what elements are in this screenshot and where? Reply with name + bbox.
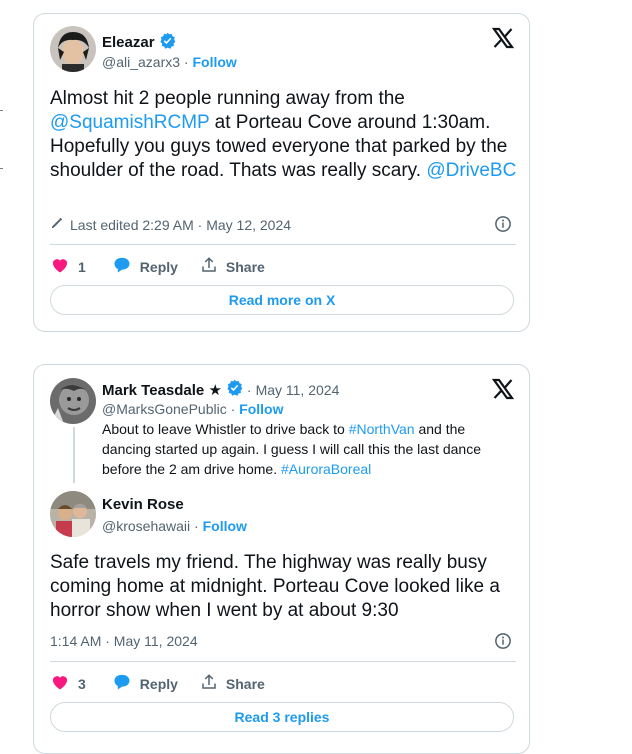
info-icon[interactable] <box>494 632 512 650</box>
separator: · <box>246 381 252 398</box>
reply-label: Reply <box>139 675 178 692</box>
like-count: 1 <box>78 258 86 275</box>
mention-link[interactable]: @SquamishRCMP <box>50 112 209 133</box>
follow-button[interactable]: Follow <box>203 518 247 534</box>
action-bar: 1 Reply Share <box>50 255 287 278</box>
read-more-button[interactable]: Read more on X <box>50 285 514 315</box>
verified-badge-icon <box>159 32 176 53</box>
like-count: 3 <box>78 675 86 692</box>
timestamp[interactable]: 1:14 AM · May 11, 2024 <box>50 633 198 649</box>
author-name[interactable]: Eleazar <box>102 34 155 51</box>
author-name-row[interactable]: Mark Teasdale ★ · May 11, 2024 <box>102 379 339 400</box>
timestamp-text: 1:14 AM · May 11, 2024 <box>50 633 198 649</box>
avatar[interactable] <box>50 26 96 72</box>
quoted-tweet-text: About to leave Whistler to drive back to… <box>102 419 517 479</box>
info-icon[interactable] <box>494 215 512 233</box>
separator: · <box>183 54 189 70</box>
reply-label: Reply <box>139 258 178 275</box>
share-icon <box>200 673 218 694</box>
share-label: Share <box>225 258 265 275</box>
like-button[interactable]: 3 <box>50 672 86 695</box>
reply-icon <box>112 255 132 278</box>
read-replies-button[interactable]: Read 3 replies <box>50 702 514 732</box>
separator: · <box>230 401 236 417</box>
verified-badge-icon <box>226 379 243 400</box>
hashtag-link[interactable]: #NorthVan <box>349 421 415 437</box>
author-name[interactable]: Kevin Rose <box>102 496 184 513</box>
reply-icon <box>112 672 132 695</box>
like-button[interactable]: 1 <box>50 255 86 278</box>
heart-icon <box>50 255 70 278</box>
edited-timestamp[interactable]: Last edited 2:29 AM · May 12, 2024 <box>50 216 291 233</box>
x-logo-icon[interactable] <box>491 377 515 401</box>
hashtag-link[interactable]: #AuroraBoreal <box>281 461 371 477</box>
follow-button[interactable]: Follow <box>239 401 283 417</box>
share-label: Share <box>225 675 265 692</box>
share-button[interactable]: Share <box>200 673 265 694</box>
reply-button[interactable]: Reply <box>112 672 178 695</box>
quoted-text-part: About to leave Whistler to drive back to <box>102 421 349 437</box>
tweet-card-eleazar[interactable]: Eleazar @ali_azarx3 · Follow Almost hit … <box>33 13 530 332</box>
handle-row: @MarksGonePublic · Follow <box>102 401 283 417</box>
author-name[interactable]: Mark Teasdale ★ <box>102 381 222 399</box>
x-logo-icon[interactable] <box>491 26 515 50</box>
read-more-label: Read more on X <box>228 292 336 308</box>
tweet-text: Safe travels my friend. The highway was … <box>50 552 500 621</box>
post-date[interactable]: May 11, 2024 <box>256 382 340 398</box>
edge-mark <box>0 110 3 111</box>
mention-link[interactable]: @DriveBC <box>426 160 516 181</box>
edge-mark <box>0 168 3 169</box>
separator: · <box>194 518 199 534</box>
heart-icon <box>50 672 70 695</box>
read-replies-label: Read 3 replies <box>234 709 330 725</box>
action-bar: 3 Reply Share <box>50 672 287 695</box>
handle-row: @ali_azarx3 · Follow <box>102 54 237 70</box>
divider <box>50 244 516 245</box>
reply-button[interactable]: Reply <box>112 255 178 278</box>
tweet-card-kevin-rose[interactable]: Mark Teasdale ★ · May 11, 2024 @MarksGon… <box>33 364 530 754</box>
timestamp-text: Last edited 2:29 AM · May 12, 2024 <box>70 216 292 233</box>
follow-button[interactable]: Follow <box>192 54 236 70</box>
avatar[interactable] <box>50 378 96 424</box>
author-handle[interactable]: @ali_azarx3 <box>102 54 180 70</box>
divider <box>50 661 516 662</box>
author-handle[interactable]: @MarksGonePublic <box>102 401 227 417</box>
share-button[interactable]: Share <box>200 256 265 277</box>
handle-row: @krosehawaii · Follow <box>102 518 247 534</box>
author-name-row[interactable]: Eleazar <box>102 32 176 53</box>
share-icon <box>200 256 218 277</box>
tweet-text: Almost hit 2 people running away from th… <box>50 87 520 183</box>
author-handle[interactable]: @krosehawaii <box>102 518 190 534</box>
pencil-icon <box>50 216 64 233</box>
thread-line <box>73 427 75 483</box>
tweet-text-part: Almost hit 2 people running away from th… <box>50 88 405 109</box>
author-name-row[interactable]: Kevin Rose <box>102 496 184 513</box>
avatar[interactable] <box>50 491 96 537</box>
